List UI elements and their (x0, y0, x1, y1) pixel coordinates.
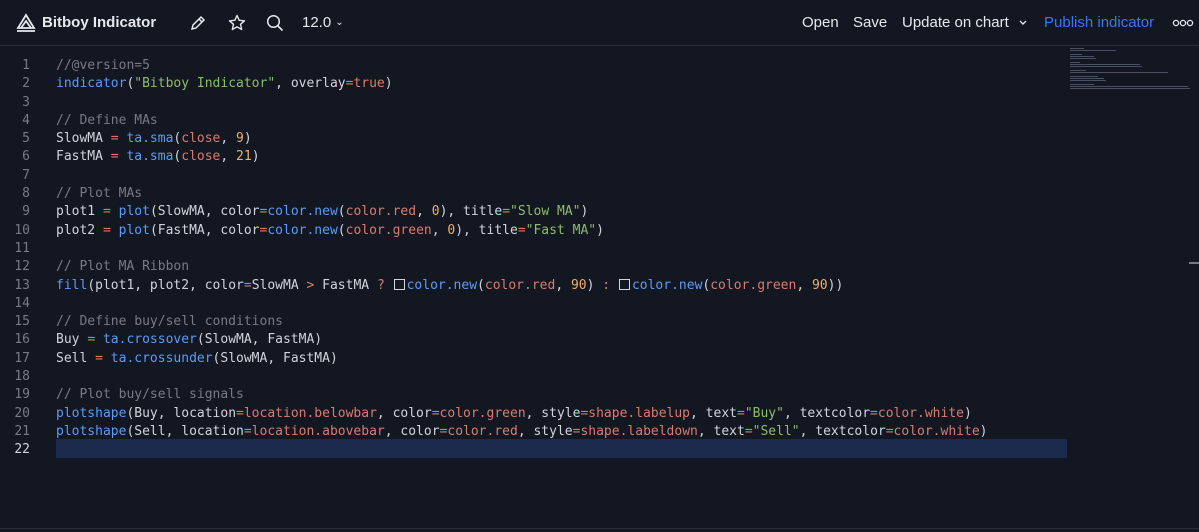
open-button[interactable]: Open (802, 14, 839, 31)
line-number-gutter: 1 2 3 4 5 6 7 8 9 10 11 12 13 14 15 16 17 18 19 20 21 22 (0, 57, 30, 460)
code-area[interactable]: //@version=5 indicator("Bitboy Indicator"… (56, 57, 1066, 460)
code-line[interactable]: // Plot buy/sell signals (56, 386, 1066, 404)
line-number: 9 (22, 204, 30, 220)
code-line[interactable]: // Plot MAs (56, 185, 1066, 203)
code-line[interactable] (56, 240, 1066, 258)
code-line[interactable]: Buy = ta.crossover(SlowMA, FastMA) (56, 331, 1066, 349)
line-number: 16 (14, 332, 30, 348)
line-number: 15 (14, 314, 30, 330)
script-title: Bitboy Indicator (42, 14, 157, 31)
code-line[interactable]: // Plot MA Ribbon (56, 258, 1066, 276)
line-number: 7 (22, 167, 30, 183)
code-line[interactable]: fill(plot1, plot2, color=SlowMA > FastMA… (56, 277, 1066, 295)
pine-logo-icon (16, 13, 36, 32)
code-line[interactable] (56, 94, 1066, 112)
line-number: 21 (14, 423, 30, 439)
code-line[interactable]: //@version=5 (56, 57, 1066, 75)
code-line[interactable] (56, 295, 1066, 313)
code-line[interactable]: plot2 = plot(FastMA, color=color.new(col… (56, 222, 1066, 240)
line-number: 11 (14, 240, 30, 256)
scrollbar-marker[interactable] (1189, 262, 1199, 264)
color-swatch[interactable] (618, 278, 630, 290)
code-line[interactable]: plotshape(Buy, location=location.belowba… (56, 405, 1066, 423)
line-number: 12 (14, 259, 30, 275)
toolbar: Bitboy Indicator 12.0 ⌄ Open Save Update … (0, 0, 1199, 46)
line-number: 10 (14, 222, 30, 238)
search-icon[interactable] (265, 13, 285, 33)
line-number: 2 (22, 76, 30, 92)
line-number: 13 (14, 277, 30, 293)
line-number: 14 (14, 295, 30, 311)
divider (0, 528, 1199, 529)
line-number: 17 (14, 350, 30, 366)
version-label: 12.0 (302, 14, 332, 31)
line-number: 18 (14, 369, 30, 385)
code-line[interactable]: // Define MAs (56, 112, 1066, 130)
line-number: 19 (14, 387, 30, 403)
code-line[interactable]: plot1 = plot(SlowMA, color=color.new(col… (56, 203, 1066, 221)
publish-indicator-button[interactable]: Publish indicator (1044, 14, 1154, 31)
line-number: 5 (22, 131, 30, 147)
minimap[interactable] (1068, 46, 1198, 106)
code-line[interactable] (56, 368, 1066, 386)
code-line[interactable]: // Define buy/sell conditions (56, 313, 1066, 331)
line-number: 20 (14, 405, 30, 421)
line-number: 1 (22, 58, 30, 73)
star-icon[interactable] (227, 13, 247, 33)
code-line[interactable]: FastMA = ta.sma(close, 21) (56, 148, 1066, 166)
chevron-down-icon: ⌄ (335, 17, 344, 28)
code-line[interactable]: indicator("Bitboy Indicator", overlay=tr… (56, 75, 1066, 93)
more-icon[interactable] (1172, 14, 1194, 32)
color-swatch[interactable] (393, 278, 405, 290)
line-number: 4 (22, 112, 30, 128)
code-line[interactable]: SlowMA = ta.sma(close, 9) (56, 130, 1066, 148)
pencil-icon[interactable] (188, 13, 208, 33)
code-line[interactable]: plotshape(Sell, location=location.aboveb… (56, 423, 1066, 441)
code-editor[interactable]: 1 2 3 4 5 6 7 8 9 10 11 12 13 14 15 16 17 18 19 20 21 22 //@v… (0, 46, 1199, 532)
update-on-chart-button[interactable]: Update on chart (902, 14, 1009, 31)
line-number: 6 (22, 149, 30, 165)
code-line[interactable]: Sell = ta.crossunder(SlowMA, FastMA) (56, 350, 1066, 368)
line-number: 3 (22, 94, 30, 110)
save-button[interactable]: Save (853, 14, 887, 31)
code-line[interactable] (56, 441, 1066, 459)
version-dropdown[interactable]: 12.0 ⌄ (302, 14, 344, 31)
chevron-down-icon[interactable] (1015, 15, 1031, 31)
line-number: 22 (14, 442, 30, 458)
code-line[interactable] (56, 167, 1066, 185)
line-number: 8 (22, 186, 30, 202)
